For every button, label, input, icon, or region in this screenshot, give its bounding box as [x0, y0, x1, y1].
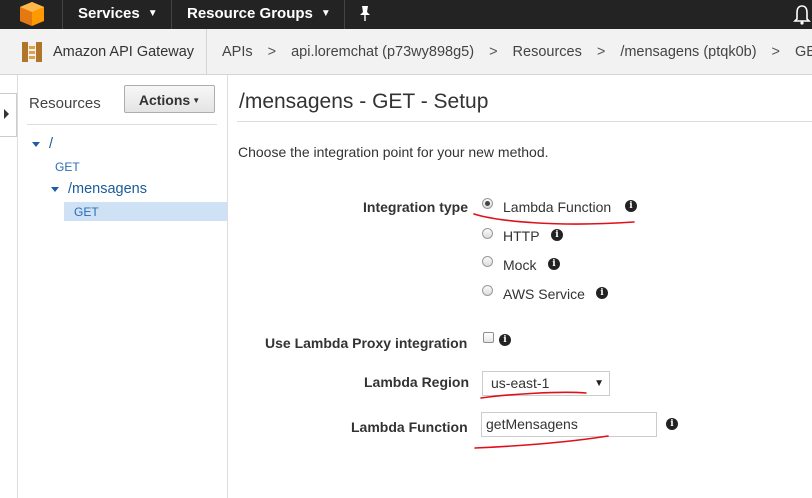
divider: [227, 75, 228, 498]
chevron-right-icon: [4, 109, 9, 119]
tree-root-method[interactable]: GET: [55, 160, 80, 174]
tree-root-resource[interactable]: /: [49, 136, 53, 152]
service-name[interactable]: Amazon API Gateway: [53, 44, 194, 60]
aws-logo-icon[interactable]: [18, 1, 46, 27]
lambda-region-value: us-east-1: [491, 375, 550, 391]
lambda-region-label: Lambda Region: [364, 374, 470, 390]
option-http-label[interactable]: HTTP: [503, 228, 540, 244]
lambda-function-input[interactable]: getMensagens: [481, 412, 657, 437]
option-lambda-function-label[interactable]: Lambda Function: [503, 199, 611, 215]
top-navbar: Services ▼ Resource Groups ▼: [0, 0, 812, 29]
api-gateway-icon: [22, 42, 42, 62]
breadcrumb-resources[interactable]: Resources: [513, 44, 582, 60]
services-label: Services: [78, 5, 140, 22]
lambda-function-label: Lambda Function: [351, 419, 468, 435]
info-icon[interactable]: i: [666, 418, 678, 430]
radio-mock[interactable]: [482, 256, 493, 267]
info-icon[interactable]: i: [596, 287, 608, 299]
info-icon[interactable]: i: [548, 258, 560, 270]
option-mock-label[interactable]: Mock: [503, 257, 536, 273]
navbar-divider: [62, 0, 63, 29]
option-aws-service-label[interactable]: AWS Service: [503, 286, 585, 302]
breadcrumb-apis[interactable]: APIs: [222, 44, 253, 60]
radio-http[interactable]: [482, 228, 493, 239]
annotation-underline: [474, 435, 609, 449]
lambda-function-value: getMensagens: [486, 416, 578, 432]
tree-child-method[interactable]: GET: [74, 205, 99, 219]
pin-icon[interactable]: [356, 4, 374, 24]
sidebar-toggle[interactable]: [0, 93, 17, 137]
breadcrumb-api-name[interactable]: api.loremchat (p73wy898g5): [291, 44, 474, 60]
radio-lambda-function[interactable]: [482, 198, 493, 209]
breadcrumb-bar: Amazon API Gateway APIs > api.loremchat (p…: [0, 29, 812, 75]
breadcrumb-resource[interactable]: /mensagens (ptqk0b): [620, 44, 756, 60]
integration-type-label: Integration type: [363, 199, 469, 215]
chevron-down-icon: ▼: [147, 8, 158, 19]
actions-label: Actions: [138, 92, 191, 108]
radio-aws-service[interactable]: [482, 285, 493, 296]
breadcrumb-separator: >: [771, 44, 780, 60]
lambda-region-select[interactable]: us-east-1 ▼: [482, 371, 610, 396]
info-icon[interactable]: i: [499, 334, 511, 346]
page-title: /mensagens - GET - Setup: [239, 90, 489, 113]
tree-child-resource[interactable]: /mensagens: [68, 181, 147, 197]
resource-groups-label: Resource Groups: [187, 5, 313, 22]
lambda-proxy-label: Use Lambda Proxy integration: [265, 335, 468, 351]
breadcrumb-separator: >: [489, 44, 498, 60]
lambda-proxy-checkbox[interactable]: [483, 332, 494, 343]
intro-text: Choose the integration point for your ne…: [238, 144, 549, 160]
info-icon[interactable]: i: [551, 229, 563, 241]
chevron-down-icon: ▼: [320, 8, 331, 19]
actions-button[interactable]: Actions ▼: [124, 85, 215, 113]
divider: [17, 75, 18, 498]
divider: [237, 121, 812, 122]
breadcrumb-divider: [206, 29, 207, 74]
breadcrumb-separator: >: [596, 44, 606, 60]
caret-down-icon: ▼: [192, 96, 201, 105]
navbar-divider: [344, 0, 345, 29]
tree-expand-icon[interactable]: [51, 187, 59, 192]
breadcrumb: APIs > api.loremchat (p73wy898g5) > Resource…: [222, 44, 812, 60]
navbar-divider: [171, 0, 172, 29]
breadcrumb-method: GET: [795, 44, 812, 60]
breadcrumb-separator: >: [267, 44, 277, 60]
resources-title: Resources: [29, 95, 101, 112]
divider: [27, 124, 217, 125]
resource-groups-menu[interactable]: Resource Groups ▼: [187, 4, 331, 24]
bell-icon[interactable]: [793, 4, 812, 26]
tree-expand-icon[interactable]: [32, 142, 40, 147]
dropdown-arrow-icon: ▼: [594, 378, 604, 389]
services-menu[interactable]: Services ▼: [78, 4, 158, 24]
info-icon[interactable]: i: [625, 200, 637, 212]
annotation-underline: [473, 213, 635, 225]
